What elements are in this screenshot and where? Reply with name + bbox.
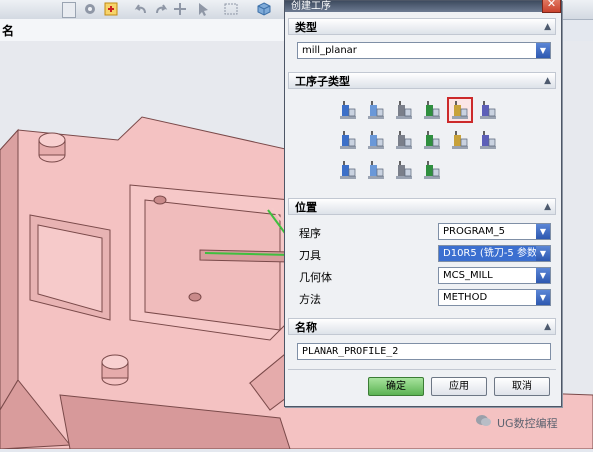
pointer-icon[interactable] xyxy=(196,2,211,16)
planar-text-icon[interactable] xyxy=(477,129,499,151)
geometry-label: 几何体 xyxy=(299,271,332,284)
geometry-select[interactable]: MCS_MILL ▼ xyxy=(438,267,551,284)
collapse-icon[interactable]: ▲ xyxy=(544,199,551,216)
hole-milling-icon[interactable] xyxy=(421,129,443,151)
type-select-value: mill_planar xyxy=(302,45,357,56)
apply-button[interactable]: 应用 xyxy=(431,377,487,396)
chevron-down-icon[interactable]: ▼ xyxy=(536,246,550,261)
method-label: 方法 xyxy=(299,293,321,306)
tool-value: D10R5 (铣刀-5 参数) xyxy=(443,248,541,259)
chevron-down-icon[interactable]: ▼ xyxy=(536,224,550,239)
program-value: PROGRAM_5 xyxy=(443,226,505,237)
watermark-text: UG数控编程 xyxy=(497,417,558,430)
close-button[interactable]: ✕ xyxy=(542,0,561,13)
subtype-section-header[interactable]: 工序子类型 ▲ xyxy=(288,72,556,89)
subtype-section-label: 工序子类型 xyxy=(295,75,350,88)
rectangle-select-icon[interactable] xyxy=(224,2,239,16)
tool-label: 刀具 xyxy=(299,249,321,262)
program-select[interactable]: PROGRAM_5 ▼ xyxy=(438,223,551,240)
type-select[interactable]: mill_planar ▼ xyxy=(297,42,551,59)
floor-wall-is-icon[interactable] xyxy=(365,99,387,121)
ok-button[interactable]: 确定 xyxy=(368,377,424,396)
selection-filter-icon[interactable] xyxy=(104,2,119,16)
cube-icon[interactable] xyxy=(257,2,272,16)
collapse-icon[interactable]: ▲ xyxy=(544,73,551,90)
move-icon[interactable] xyxy=(173,2,188,16)
name-section-header[interactable]: 名称 ▲ xyxy=(288,318,556,335)
finish-floor-icon[interactable] xyxy=(365,129,387,151)
groove-milling-icon[interactable] xyxy=(393,129,415,151)
finish-walls-icon[interactable] xyxy=(337,129,359,151)
mill-control-icon[interactable] xyxy=(337,159,359,181)
name-section-label: 名称 xyxy=(295,321,317,334)
floor-wall-icon[interactable] xyxy=(337,99,359,121)
operation-name-value: PLANAR_PROFILE_2 xyxy=(302,346,399,357)
type-section-header[interactable]: 类型 ▲ xyxy=(288,18,556,35)
redo-icon[interactable] xyxy=(153,2,168,16)
thread-milling-icon[interactable] xyxy=(449,129,471,151)
navigator-header: 名 xyxy=(0,19,290,42)
method-value: METHOD xyxy=(443,292,488,303)
method-select[interactable]: METHOD ▼ xyxy=(438,289,551,306)
planar-profile-icon[interactable] xyxy=(447,97,473,123)
cancel-button[interactable]: 取消 xyxy=(494,377,550,396)
collapse-icon[interactable]: ▲ xyxy=(544,319,551,336)
program-label: 程序 xyxy=(299,227,321,240)
generic-motion-icon[interactable] xyxy=(393,159,415,181)
snap-icon[interactable] xyxy=(83,2,98,16)
dialog-titlebar[interactable]: 创建工序 ✕ xyxy=(285,0,561,13)
mill-user-icon[interactable] xyxy=(365,159,387,181)
operation-name-input[interactable]: PLANAR_PROFILE_2 xyxy=(297,343,551,360)
chevron-down-icon[interactable]: ▼ xyxy=(536,43,550,58)
navigator-name-column: 名 xyxy=(2,24,15,38)
chamfer-icon[interactable] xyxy=(421,159,443,181)
undo-icon[interactable] xyxy=(134,2,149,16)
wechat-logo-icon xyxy=(476,415,491,426)
type-section-label: 类型 xyxy=(295,21,317,34)
face-milling-icon[interactable] xyxy=(393,99,415,121)
chevron-down-icon[interactable]: ▼ xyxy=(536,268,550,283)
tool-select[interactable]: D10R5 (铣刀-5 参数) ▼ xyxy=(438,245,551,262)
close-icon: ✕ xyxy=(546,0,557,10)
collapse-icon[interactable]: ▲ xyxy=(544,19,551,36)
location-section-label: 位置 xyxy=(295,201,317,214)
chevron-down-icon[interactable]: ▼ xyxy=(536,290,550,305)
divider xyxy=(288,369,556,370)
geometry-value: MCS_MILL xyxy=(443,270,493,281)
view-dropdown-icon[interactable] xyxy=(62,2,76,18)
dialog-title: 创建工序 xyxy=(291,1,331,12)
location-section-header[interactable]: 位置 ▲ xyxy=(288,198,556,215)
planar-mill-icon[interactable] xyxy=(421,99,443,121)
create-operation-dialog: 创建工序 ✕ 类型 ▲ mill_planar ▼ 工序子类型 ▲ 位置 ▲ 程… xyxy=(284,0,562,407)
cleanup-corners-icon[interactable] xyxy=(477,99,499,121)
